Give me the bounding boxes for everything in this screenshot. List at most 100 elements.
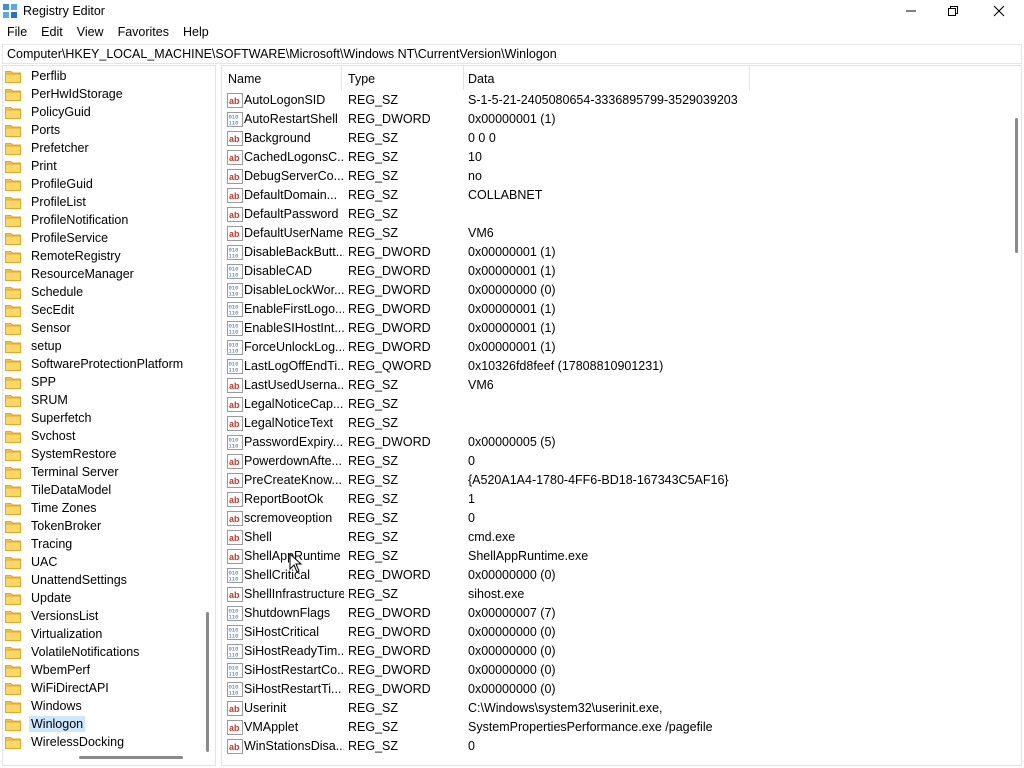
value-row[interactable]: 010 110 SiHostRestartTi... REG_DWORD 0x00000… xyxy=(222,680,982,699)
value-row[interactable]: 010 110 DisableCAD REG_DWORD 0x00000001 (1) xyxy=(222,262,982,281)
value-row[interactable]: ab DefaultDomain... REG_SZ COLLABNET xyxy=(222,186,982,205)
tree-item[interactable]: Superfetch xyxy=(5,409,93,427)
value-row[interactable]: 010 110 AutoRestartShell REG_DWORD 0x0000000… xyxy=(222,110,982,129)
value-row[interactable]: 010 110 DisableLockWor... REG_DWORD 0x000000… xyxy=(222,281,982,300)
menu-file[interactable]: File xyxy=(0,23,34,43)
value-row[interactable]: 010 110 SiHostCritical REG_DWORD 0x00000000 … xyxy=(222,623,982,642)
tree-item[interactable]: Virtualization xyxy=(5,625,104,643)
value-row[interactable]: ab Userinit REG_SZ C:\Windows\system32\user… xyxy=(222,699,982,718)
tree-item[interactable]: Windows xyxy=(5,697,84,715)
value-row[interactable]: ab DebugServerCo... REG_SZ no xyxy=(222,167,982,186)
minimize-button[interactable] xyxy=(888,0,934,22)
values-vertical-scrollbar[interactable] xyxy=(1015,118,1018,253)
tree-item[interactable]: Prefetcher xyxy=(5,139,91,157)
value-type: REG_SZ xyxy=(348,226,399,240)
key-tree-pane[interactable]: Perflib PerHwIdStorage PolicyGuid Ports Pref… xyxy=(2,65,216,766)
value-row[interactable]: 010 110 LastLogOffEndTi... REG_QWORD 0x10326… xyxy=(222,357,982,376)
value-row[interactable]: 010 110 SiHostRestartCo... REG_DWORD 0x00000… xyxy=(222,661,982,680)
value-row[interactable]: abShellAppRuntimeREG_SZShellAppRuntime.e… xyxy=(222,547,982,566)
column-header-name[interactable]: Name xyxy=(228,66,342,90)
tree-item[interactable]: Update xyxy=(5,589,73,607)
address-bar[interactable]: Computer\HKEY_LOCAL_MACHINE\SOFTWARE\Mic… xyxy=(2,44,1022,64)
menu-edit[interactable]: Edit xyxy=(34,23,70,43)
tree-item-label: WbemPerf xyxy=(31,663,91,677)
tree-item[interactable]: Schedule xyxy=(5,283,85,301)
tree-item[interactable]: Ports xyxy=(5,121,62,139)
tree-item[interactable]: SPP xyxy=(5,373,58,391)
value-row[interactable]: ab AutoLogonSID REG_SZ S-1-5-21-2405080654-… xyxy=(222,91,982,110)
tree-item[interactable]: ProfileService xyxy=(5,229,110,247)
value-row[interactable]: ab WinStationsDisa... REG_SZ 0 xyxy=(222,737,982,756)
tree-item[interactable]: SRUM xyxy=(5,391,70,409)
value-row[interactable]: ab CachedLogonsC... REG_SZ 10 xyxy=(222,148,982,167)
tree-item[interactable]: Svchost xyxy=(5,427,77,445)
tree-item[interactable]: Tracing xyxy=(5,535,74,553)
value-row[interactable]: ab PowerdownAfte... REG_SZ 0 xyxy=(222,452,982,471)
value-row[interactable]: ab LastUsedUserna... REG_SZ VM6 xyxy=(222,376,982,395)
value-row[interactable]: ab VMApplet REG_SZ SystemPropertiesPerforma… xyxy=(222,718,982,737)
value-row[interactable]: ab Shell REG_SZ cmd.exe xyxy=(222,528,982,547)
value-row[interactable]: 010 110 ForceUnlockLog... REG_DWORD 0x000000… xyxy=(222,338,982,357)
tree-item[interactable]: ProfileGuid xyxy=(5,175,95,193)
tree-item[interactable]: RemoteRegistry xyxy=(5,247,123,265)
menu-help[interactable]: Help xyxy=(176,23,216,43)
minimize-icon xyxy=(906,10,916,12)
tree-vertical-scrollbar[interactable] xyxy=(206,612,209,752)
value-row[interactable]: ab DefaultUserName REG_SZ VM6 xyxy=(222,224,982,243)
tree-item[interactable]: Print xyxy=(5,157,59,175)
tree-item[interactable]: ProfileList xyxy=(5,193,88,211)
value-row[interactable]: ab ReportBootOk REG_SZ 1 xyxy=(222,490,982,509)
value-row[interactable]: ab ShellInfrastructure REG_SZ sihost.exe xyxy=(222,585,982,604)
tree-item[interactable]: PerHwIdStorage xyxy=(5,85,125,103)
value-row[interactable]: ab scremoveoption REG_SZ 0 xyxy=(222,509,982,528)
tree-item[interactable]: ProfileNotification xyxy=(5,211,130,229)
column-header-type[interactable]: Type xyxy=(348,66,464,90)
menu-favorites[interactable]: Favorites xyxy=(111,23,176,43)
value-type: REG_DWORD xyxy=(348,644,431,658)
value-row[interactable]: 010 110 SiHostReadyTim... REG_DWORD 0x000000… xyxy=(222,642,982,661)
tree-item[interactable]: WiFiDirectAPI xyxy=(5,679,111,697)
values-list-pane[interactable]: Name Type Data ab AutoLogonSID REG_SZ S-1-5… xyxy=(221,65,1022,766)
value-row[interactable]: 010 110 PasswordExpiry... REG_DWORD 0x000000… xyxy=(222,433,982,452)
menu-view[interactable]: View xyxy=(70,23,111,43)
value-row[interactable]: 010 110 EnableFirstLogo... REG_DWORD 0x00000… xyxy=(222,300,982,319)
binary-value-icon: 010110 xyxy=(227,644,243,659)
tree-item[interactable]: Perflib xyxy=(5,67,68,85)
column-header-data[interactable]: Data xyxy=(468,66,750,90)
tree-item[interactable]: setup xyxy=(5,337,64,355)
value-row[interactable]: ab LegalNoticeText REG_SZ xyxy=(222,414,982,433)
tree-item[interactable]: ResourceManager xyxy=(5,265,136,283)
tree-item[interactable]: WbemPerf xyxy=(5,661,92,679)
value-row[interactable]: 010 110 DisableBackButt... REG_DWORD 0x00000… xyxy=(222,243,982,262)
svg-text:ab: ab xyxy=(229,229,240,239)
tree-item[interactable]: SoftwareProtectionPlatform xyxy=(5,355,185,373)
tree-item-label: Update xyxy=(31,591,72,605)
tree-item[interactable]: Terminal Server xyxy=(5,463,121,481)
tree-item-label: SystemRestore xyxy=(31,447,117,461)
tree-item[interactable]: VersionsList xyxy=(5,607,100,625)
folder-icon xyxy=(5,646,21,659)
tree-item[interactable]: WirelessDocking xyxy=(5,733,126,751)
value-row[interactable]: 010 110 ShellCritical REG_DWORD 0x00000000 (… xyxy=(222,566,982,585)
tree-item[interactable]: Winlogon xyxy=(5,715,86,733)
tree-item[interactable]: TokenBroker xyxy=(5,517,103,535)
tree-item[interactable]: VolatileNotifications xyxy=(5,643,141,661)
tree-item[interactable]: TileDataModel xyxy=(5,481,113,499)
maximize-button[interactable] xyxy=(930,0,976,22)
tree-horizontal-scrollbar[interactable] xyxy=(79,756,183,759)
tree-item[interactable]: SecEdit xyxy=(5,301,76,319)
value-row[interactable]: 010 110 ShutdownFlags REG_DWORD 0x00000007 (… xyxy=(222,604,982,623)
tree-item[interactable]: Time Zones xyxy=(5,499,99,517)
value-row[interactable]: ab PreCreateKnow... REG_SZ {A520A1A4-1780-4… xyxy=(222,471,982,490)
tree-item[interactable]: UAC xyxy=(5,553,59,571)
value-row[interactable]: ab Background REG_SZ 0 0 0 xyxy=(222,129,982,148)
tree-item[interactable]: Sensor xyxy=(5,319,73,337)
tree-item[interactable]: PolicyGuid xyxy=(5,103,93,121)
value-row[interactable]: 010 110 EnableSIHostInt... REG_DWORD 0x00000… xyxy=(222,319,982,338)
close-button[interactable] xyxy=(976,0,1022,22)
tree-item[interactable]: UnattendSettings xyxy=(5,571,129,589)
value-row[interactable]: ab DefaultPassword REG_SZ xyxy=(222,205,982,224)
tree-item[interactable]: SystemRestore xyxy=(5,445,118,463)
restore-icon xyxy=(948,6,958,16)
value-row[interactable]: ab LegalNoticeCap... REG_SZ xyxy=(222,395,982,414)
